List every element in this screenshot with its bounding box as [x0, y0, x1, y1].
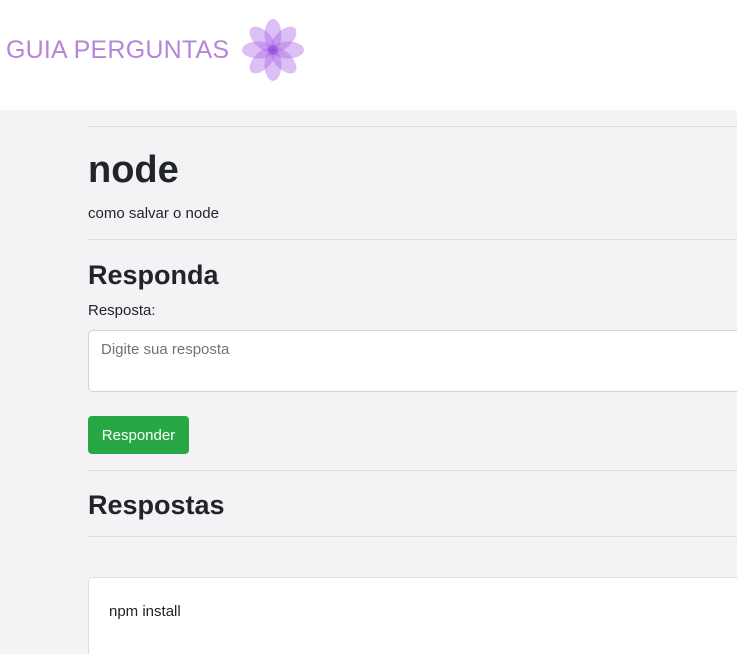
navbar: GUIA PERGUNTAS — [0, 0, 737, 110]
divider — [88, 536, 737, 537]
answer-label: Resposta: — [88, 302, 156, 319]
answer-card: npm install — [88, 577, 737, 654]
answers-heading: Respostas — [88, 490, 225, 520]
brand-link[interactable]: GUIA PERGUNTAS — [6, 16, 307, 84]
main-content: node como salvar o node Responda Respost… — [88, 110, 737, 654]
lotus-flower-icon — [242, 19, 305, 81]
question-description: como salvar o node — [88, 205, 219, 222]
divider — [88, 126, 737, 127]
question-title: node — [88, 149, 179, 191]
divider — [88, 470, 737, 471]
answer-text: npm install — [109, 603, 181, 620]
brand-title: GUIA PERGUNTAS — [6, 35, 230, 64]
divider — [88, 239, 737, 240]
submit-answer-button[interactable]: Responder — [88, 416, 189, 454]
answer-form-heading: Responda — [88, 260, 219, 290]
answer-textarea[interactable] — [88, 330, 737, 392]
